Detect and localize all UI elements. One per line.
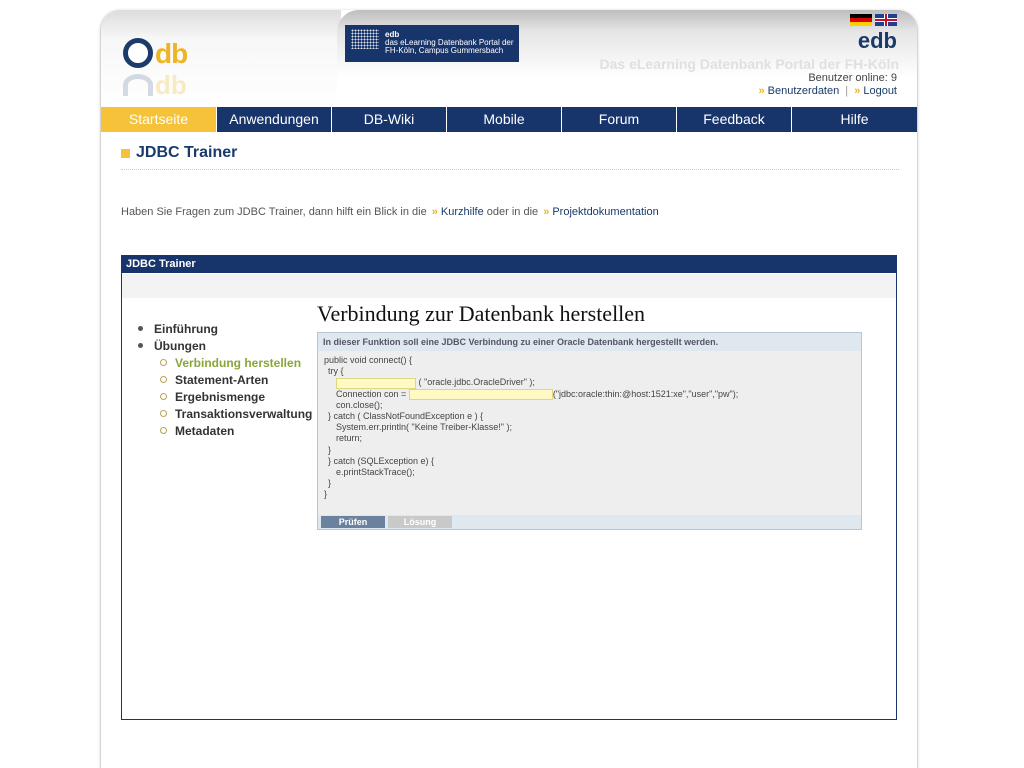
code-line: } catch (SQLException e) {	[328, 455, 435, 466]
nav-anwendungen[interactable]: Anwendungen	[217, 107, 332, 132]
page-container: db db edb das eLearning Datenbank Portal…	[100, 10, 918, 768]
code-line: ( "oracle.jdbc.OracleDriver" );	[324, 377, 855, 389]
bullet-icon	[138, 326, 143, 331]
logo-reflection-icon	[123, 74, 153, 96]
user-links: » Benutzerdaten | » Logout	[759, 85, 897, 97]
connection-input[interactable]	[408, 388, 553, 400]
site-short-title: edb	[857, 28, 897, 53]
code-line: } catch ( ClassNotFoundException e ) {	[328, 411, 484, 422]
user-data-link[interactable]: Benutzerdaten	[768, 85, 840, 97]
help-line: Haben Sie Fragen zum JDBC Trainer, dann …	[121, 206, 659, 218]
divider	[121, 169, 899, 170]
code-line: return;	[336, 433, 363, 444]
logo-db-reflection: db	[155, 70, 187, 100]
page-title-text: JDBC Trainer	[136, 144, 238, 161]
circle-bullet-icon	[160, 393, 167, 400]
arrow-icon: »	[758, 85, 765, 97]
help-text-2: oder in die	[486, 206, 539, 218]
code-line: }	[328, 478, 332, 489]
code-line: }	[328, 444, 332, 455]
logo-e-icon	[123, 38, 153, 68]
code-line: public void connect() {	[324, 355, 413, 365]
tree-label: Metadaten	[175, 423, 235, 438]
code-text: Connection con =	[336, 388, 407, 399]
projektdokumentation-link[interactable]: Projektdokumentation	[552, 206, 658, 218]
trainer-panel-strip	[122, 274, 896, 298]
check-button[interactable]: Prüfen	[321, 516, 385, 528]
solution-button[interactable]: Lösung	[388, 516, 452, 528]
tree-label: Einführung	[154, 321, 218, 336]
code-line: System.err.println( "Keine Treiber-Klass…	[336, 422, 512, 433]
square-bullet-icon	[121, 148, 130, 158]
exercise-box: In dieser Funktion soll eine JDBC Verbin…	[317, 332, 862, 530]
driver-class-input[interactable]	[336, 377, 416, 389]
arrow-icon: »	[543, 206, 550, 218]
trainer-panel-header: JDBC Trainer	[122, 256, 896, 273]
site-title: Das eLearning Datenbank Portal der FH-Kö…	[599, 56, 900, 72]
separator: |	[845, 85, 849, 97]
exercise-tree: Einführung Übungen Verbindung herstellen…	[138, 320, 312, 439]
tree-item-exercises[interactable]: Übungen	[138, 337, 312, 354]
logout-link[interactable]: Logout	[863, 85, 897, 97]
tree-label: Statement-Arten	[175, 372, 269, 387]
banner-subtitle: das eLearning Datenbank Portal der FH-Kö…	[385, 38, 514, 55]
code-line: con.close();	[336, 399, 383, 410]
users-online: Benutzer online: 9	[808, 72, 897, 84]
dot-pattern-icon	[351, 29, 379, 49]
code-line: try {	[328, 366, 344, 377]
tree-item-metadaten[interactable]: Metadaten	[138, 422, 312, 439]
language-switcher	[850, 14, 897, 26]
code-line: }	[324, 489, 328, 500]
code-line: Connection con = ("jdbc:oracle:thin:@hos…	[324, 389, 855, 400]
nav-hilfe[interactable]: Hilfe	[792, 107, 917, 132]
exercise-description: In dieser Funktion soll eine JDBC Verbin…	[318, 333, 861, 351]
english-flag-icon[interactable]	[875, 14, 897, 26]
code-line: e.printStackTrace();	[336, 467, 415, 478]
help-text: Haben Sie Fragen zum JDBC Trainer, dann …	[121, 206, 427, 218]
code-text: ("jdbc:oracle:thin:@host:1521:xe","user"…	[552, 388, 739, 399]
page-title: JDBC Trainer	[121, 144, 237, 162]
campus-banner[interactable]: edb das eLearning Datenbank Portal der F…	[345, 25, 519, 62]
nav-feedback[interactable]: Feedback	[677, 107, 792, 132]
tree-label: Verbindung herstellen	[175, 355, 302, 370]
arrow-icon: »	[431, 206, 438, 218]
tree-label: Transaktionsverwaltung	[175, 406, 313, 421]
nav-mobile[interactable]: Mobile	[447, 107, 562, 132]
circle-bullet-icon	[160, 359, 167, 366]
circle-bullet-icon	[160, 410, 167, 417]
tree-label: Ergebnismenge	[175, 389, 266, 404]
exercise-title: Verbindung zur Datenbank herstellen	[317, 301, 646, 326]
german-flag-icon[interactable]	[850, 14, 872, 26]
circle-bullet-icon	[160, 427, 167, 434]
code-block: public void connect() { try { ( "oracle.…	[318, 351, 861, 505]
main-navigation: Startseite Anwendungen DB-Wiki Mobile Fo…	[101, 107, 917, 132]
nav-forum[interactable]: Forum	[562, 107, 677, 132]
tree-item-transaktion[interactable]: Transaktionsverwaltung	[138, 405, 312, 422]
nav-startseite[interactable]: Startseite	[101, 107, 217, 132]
tree-item-verbindung[interactable]: Verbindung herstellen	[138, 354, 312, 371]
tree-item-ergebnismenge[interactable]: Ergebnismenge	[138, 388, 312, 405]
nav-db-wiki[interactable]: DB-Wiki	[332, 107, 447, 132]
exercise-footer: Prüfen Lösung	[318, 515, 861, 529]
tree-item-statement[interactable]: Statement-Arten	[138, 371, 312, 388]
kurzhilfe-link[interactable]: Kurzhilfe	[441, 206, 484, 218]
code-text: ( "oracle.jdbc.OracleDriver" );	[418, 377, 535, 388]
logo-db-text: db	[155, 38, 188, 69]
tree-item-intro[interactable]: Einführung	[138, 320, 312, 337]
bullet-icon	[138, 343, 143, 348]
edb-logo[interactable]: db db	[121, 36, 211, 100]
circle-bullet-icon	[160, 376, 167, 383]
arrow-icon: »	[854, 85, 861, 97]
trainer-panel: JDBC Trainer Einführung Übungen Verbindu…	[121, 255, 897, 720]
tree-label: Übungen	[154, 338, 206, 353]
